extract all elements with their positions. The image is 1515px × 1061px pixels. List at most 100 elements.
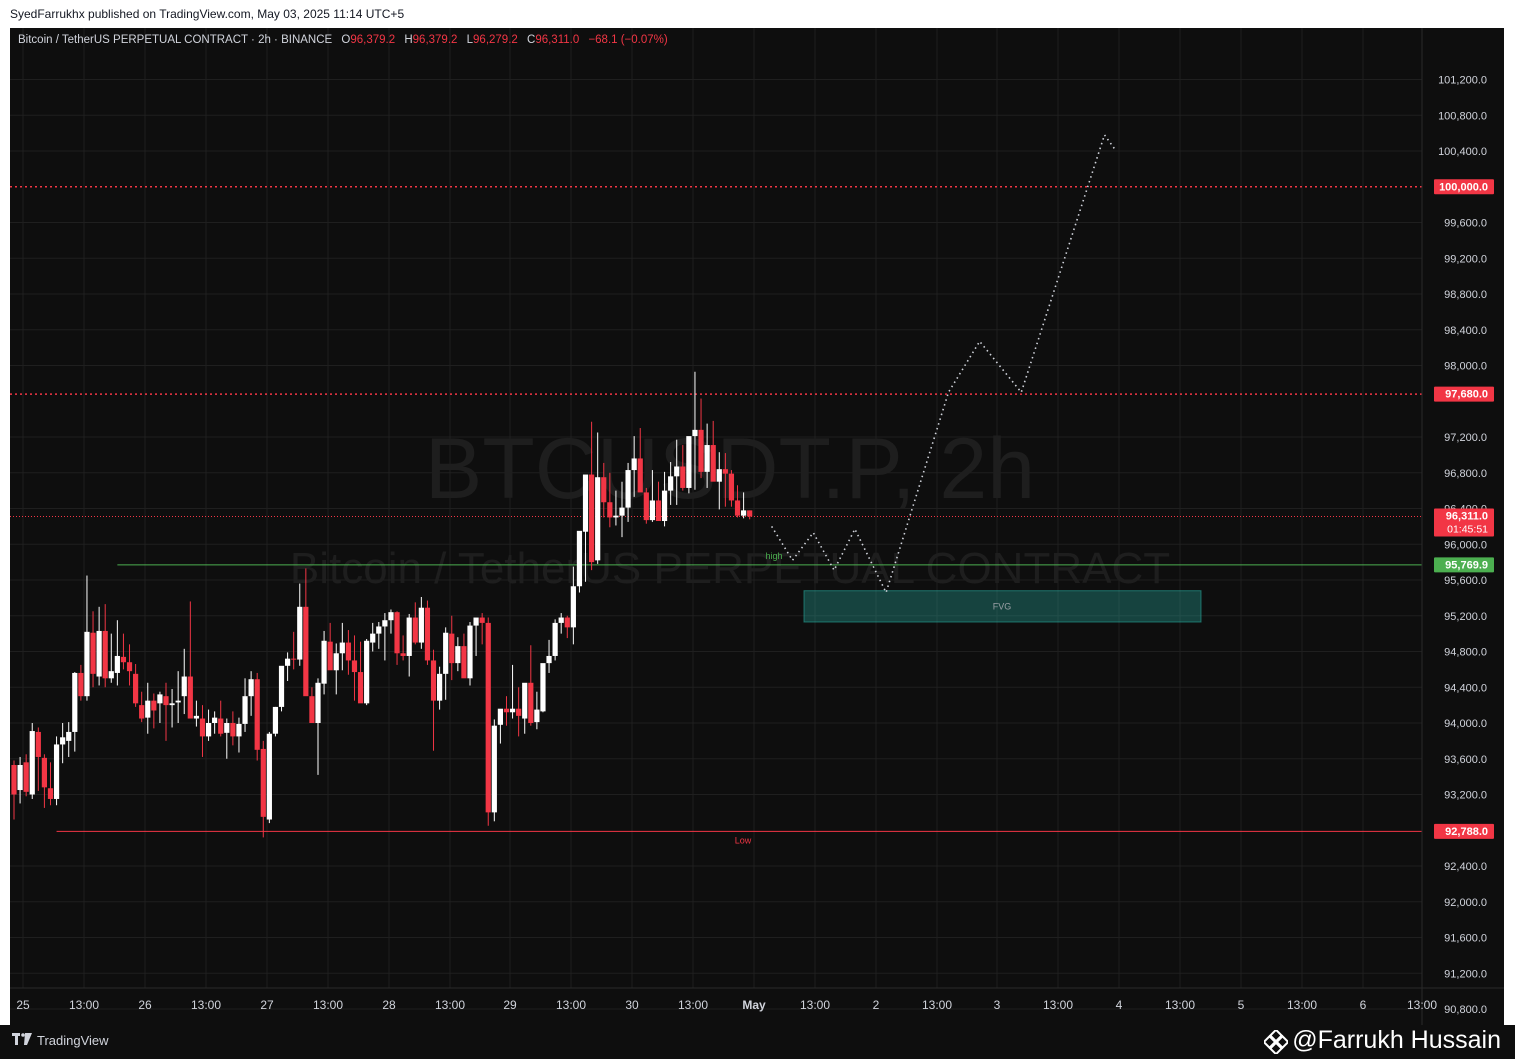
x-tick-label: 26 (138, 998, 152, 1012)
candle-body (236, 723, 242, 737)
y-tick-label: 91,200.0 (1444, 968, 1487, 980)
candle-body (72, 672, 78, 732)
candle-body (400, 653, 406, 656)
candle-body (266, 733, 272, 820)
candle-body (230, 723, 236, 737)
y-tick-label: 98,800.0 (1444, 289, 1487, 301)
x-tick-label: 13:00 (191, 998, 221, 1012)
fvg-label: FVG (993, 601, 1012, 611)
open-value: 96,379.2 (350, 34, 396, 46)
y-tick-label: 100,400.0 (1438, 146, 1487, 158)
candle-body (212, 717, 218, 723)
candle-body (66, 731, 72, 741)
candle-body (175, 700, 181, 703)
candle-body (570, 586, 576, 628)
y-tick-label: 101,200.0 (1438, 75, 1487, 87)
candle-body (631, 458, 637, 471)
x-tick-label: 5 (1238, 998, 1245, 1012)
candle-body (297, 606, 303, 660)
candle-body (120, 656, 127, 663)
y-tick-label: 96,800.0 (1444, 468, 1487, 480)
candle-body (449, 633, 455, 664)
price-label-text: 97,680.0 (1445, 389, 1488, 401)
candle-body (661, 490, 668, 522)
x-tick-label: 2 (873, 998, 880, 1012)
x-tick-label: 13:00 (435, 998, 465, 1012)
candle-body (485, 622, 491, 813)
candle-body (272, 706, 279, 734)
candle-body (199, 718, 206, 737)
y-tick-label: 95,600.0 (1444, 575, 1487, 587)
candle-body (443, 632, 449, 674)
candle-body (242, 696, 248, 724)
candle-body (11, 765, 17, 795)
y-tick-label: 98,000.0 (1444, 361, 1487, 373)
x-tick-label: 13:00 (69, 998, 99, 1012)
candle-body (285, 658, 291, 666)
candle-body (722, 469, 728, 474)
y-tick-label: 96,000.0 (1444, 539, 1487, 551)
author-handle: @Farrukh Hussain (1262, 1026, 1501, 1056)
candle-body (589, 474, 595, 563)
candle-body (625, 470, 631, 508)
candle-body (151, 700, 157, 711)
y-tick-label: 99,600.0 (1444, 218, 1487, 230)
candle-body (260, 748, 266, 817)
x-tick-label: 13:00 (1165, 998, 1195, 1012)
change-value: −68.1 (−0.07%) (588, 34, 668, 46)
candle-body (424, 607, 431, 661)
high-label: H (404, 34, 413, 46)
x-tick-label: 25 (16, 998, 30, 1012)
countdown-label: 01:45:51 (1447, 523, 1488, 535)
x-tick-label: 28 (382, 998, 396, 1012)
candle-body (716, 469, 722, 482)
y-tick-label: 92,000.0 (1444, 897, 1487, 909)
candle-body (461, 646, 467, 679)
candle-body (479, 617, 485, 623)
candle-body (503, 708, 510, 713)
candle-body (181, 676, 187, 697)
x-tick-label: 13:00 (1043, 998, 1073, 1012)
x-tick-label: 4 (1116, 998, 1123, 1012)
candle-body (291, 658, 297, 660)
candle-body (23, 762, 29, 792)
candle-body (576, 530, 583, 587)
tradingview-brand[interactable]: TradingView (12, 1033, 109, 1048)
candle-body (595, 477, 601, 561)
candle-body (540, 663, 546, 712)
price-label-text: 100,000.0 (1439, 181, 1488, 193)
candle-body (90, 632, 96, 674)
candle-body (35, 731, 41, 757)
candle-body (546, 655, 552, 664)
symbol-name[interactable]: Bitcoin / TetherUS PERPETUAL CONTRACT · … (18, 34, 332, 46)
candle-body (406, 617, 412, 656)
publish-header: SyedFarrukhx published on TradingView.co… (0, 0, 1515, 28)
x-tick-label: 3 (994, 998, 1001, 1012)
x-tick-label: 13:00 (800, 998, 830, 1012)
candle-body (157, 694, 163, 704)
candle-body (668, 476, 674, 491)
y-tick-label: 94,800.0 (1444, 647, 1487, 659)
x-tick-label: 13:00 (556, 998, 586, 1012)
candle-body (741, 510, 747, 516)
candle-body (686, 436, 692, 488)
candle-body (412, 617, 418, 643)
chart-area[interactable]: BTCUSDT.P, 2h Bitcoin / TetherUS PERPETUA… (10, 28, 1504, 1025)
candle-body (698, 429, 704, 472)
x-tick-label: 13:00 (1287, 998, 1317, 1012)
candle-body (680, 466, 686, 488)
watermark-symbol: BTCUSDT.P, 2h (425, 421, 1035, 517)
candle-body (534, 709, 540, 723)
candle-body (674, 466, 680, 477)
candle-body (193, 715, 199, 719)
y-tick-label: 99,200.0 (1444, 253, 1487, 265)
candlestick-chart[interactable]: BTCUSDT.P, 2h Bitcoin / TetherUS PERPETUA… (10, 28, 1504, 1025)
low-value: 96,279.2 (473, 34, 518, 46)
y-tick-label: 91,600.0 (1444, 933, 1487, 945)
projection-path (770, 133, 1116, 595)
high-label: high (765, 551, 782, 561)
candle-body (430, 660, 437, 701)
candle-body (187, 676, 193, 719)
candle-body (218, 718, 224, 734)
candle-body (169, 703, 175, 706)
